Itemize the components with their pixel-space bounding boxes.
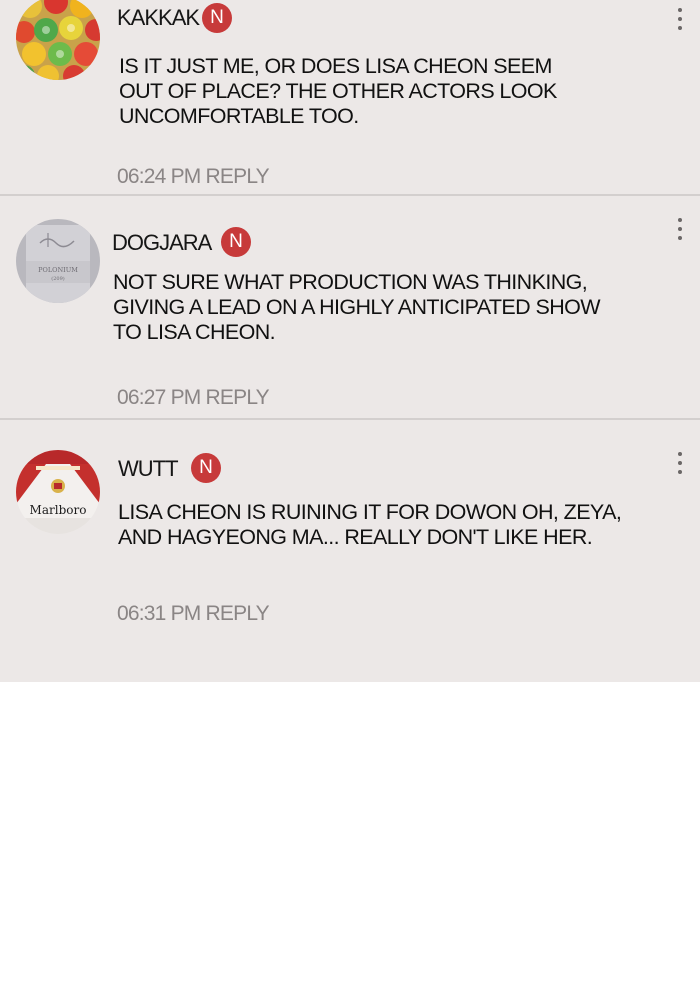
candy-avatar[interactable] — [16, 0, 100, 80]
comment-text-line: TO LISA CHEON. — [113, 320, 276, 344]
reply-button[interactable]: REPLY — [206, 602, 270, 625]
reply-button[interactable]: REPLY — [206, 386, 270, 409]
colorful-candy-avatar-icon — [16, 0, 100, 80]
cigarette-pack-avatar-icon: Marlboro — [16, 450, 100, 534]
comment-text-line: AND HAGYEONG MA... REALLY DON'T LIKE HER… — [118, 525, 593, 549]
comment-username[interactable]: WUTT — [118, 456, 179, 482]
comment-text-line: GIVING A LEAD ON A HIGHLY ANTICIPATED SH… — [113, 295, 601, 319]
comment-text-line: OUT OF PLACE? THE OTHER ACTORS LOOK — [119, 79, 557, 103]
avatar-sublabel: (209) — [51, 275, 64, 282]
comment-timestamp: 06:24 PM — [117, 165, 201, 188]
comment-text-line: NOT SURE WHAT PRODUCTION WAS THINKING, — [113, 270, 588, 294]
comment-username[interactable]: DOGJARA — [112, 230, 212, 256]
comment-text-line: LISA CHEON IS RUINING IT FOR DOWON OH, Z… — [118, 500, 622, 524]
more-options-icon[interactable] — [676, 452, 684, 478]
polonium-bottle-avatar-icon: POLONIUM (209) — [16, 219, 100, 303]
comment-meta: 06:24 PM REPLY — [117, 165, 270, 189]
cigarette-avatar[interactable]: Marlboro — [16, 450, 100, 534]
more-options-icon[interactable] — [676, 8, 684, 34]
new-badge: N — [221, 227, 251, 257]
comment-text: IS IT JUST ME, OR DOES LISA CHEON SEEM O… — [119, 54, 629, 129]
reply-button[interactable]: REPLY — [206, 165, 270, 188]
comment-username[interactable]: KAKKAK — [117, 5, 200, 31]
comment-meta: 06:27 PM REPLY — [117, 386, 270, 410]
more-options-icon[interactable] — [676, 218, 684, 244]
new-badge: N — [202, 3, 232, 33]
comment-timestamp: 06:31 PM — [117, 602, 201, 625]
avatar-label: Marlboro — [30, 503, 87, 517]
avatar-label: POLONIUM — [38, 266, 78, 274]
comment-list: KAKKAK N IS IT JUST ME, OR DOES LISA CHE… — [0, 0, 700, 682]
comment-meta: 06:31 PM REPLY — [117, 602, 270, 626]
comment-item: POLONIUM (209) DOGJARA N NOT SURE WHAT P… — [0, 196, 700, 418]
comment-text: LISA CHEON IS RUINING IT FOR DOWON OH, Z… — [118, 500, 628, 550]
comment-item: Marlboro WUTT N LISA CHEON IS RUINING IT… — [0, 420, 700, 682]
comment-text-line: UNCOMFORTABLE TOO. — [119, 104, 359, 128]
comment-text-line: IS IT JUST ME, OR DOES LISA CHEON SEEM — [119, 54, 552, 78]
comment-text: NOT SURE WHAT PRODUCTION WAS THINKING, G… — [113, 270, 623, 345]
comment-timestamp: 06:27 PM — [117, 386, 201, 409]
comment-item: KAKKAK N IS IT JUST ME, OR DOES LISA CHE… — [0, 0, 700, 194]
new-badge: N — [191, 453, 221, 483]
polonium-avatar[interactable]: POLONIUM (209) — [16, 219, 100, 303]
